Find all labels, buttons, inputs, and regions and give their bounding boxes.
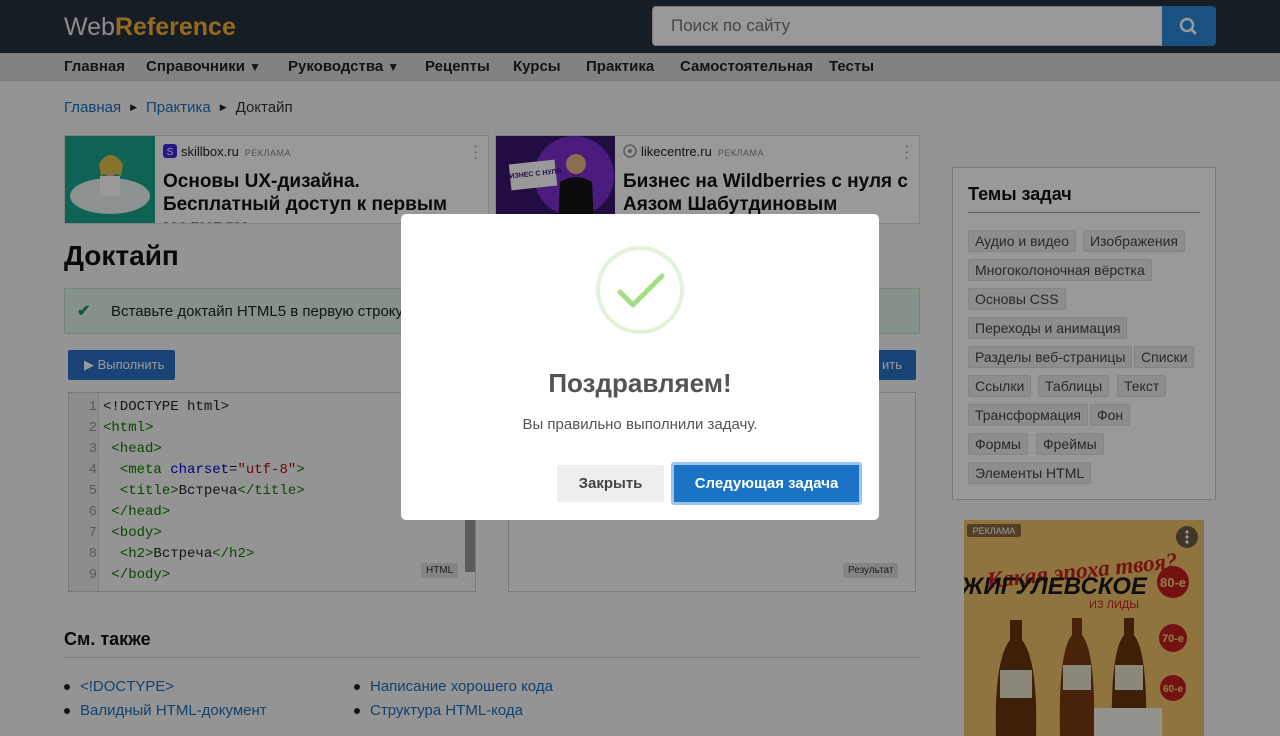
next-task-button[interactable]: Следующая задача — [671, 462, 862, 505]
success-icon — [596, 246, 684, 334]
success-dialog: Поздравляем! Вы правильно выполнили зада… — [401, 214, 879, 520]
close-button[interactable]: Закрыть — [557, 465, 664, 502]
dialog-message: Вы правильно выполнили задачу. — [522, 416, 758, 433]
check-icon — [617, 273, 665, 308]
dialog-title: Поздравляем! — [548, 368, 732, 398]
